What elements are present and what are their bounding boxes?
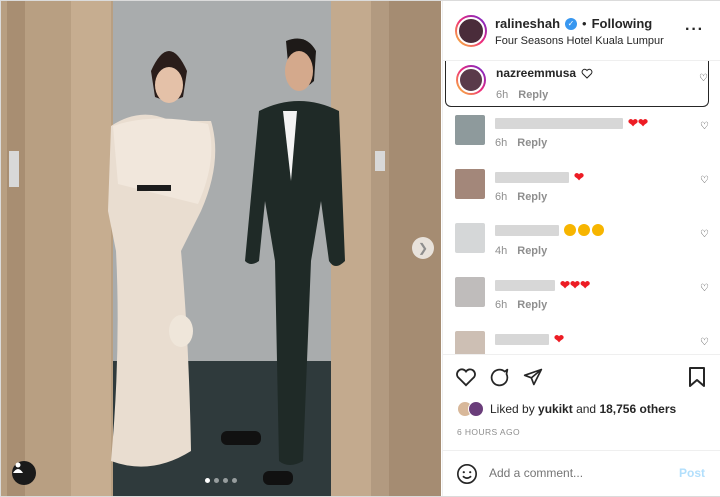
- comment-item: nazreemmusa 6h Reply ♡: [445, 61, 709, 107]
- post-sidebar: ralineshah ✓ • Following Four Seasons Ho…: [442, 1, 720, 496]
- user-icon: [13, 462, 23, 473]
- carousel-dot: [214, 478, 219, 483]
- tagged-users-button[interactable]: [12, 461, 36, 485]
- emoji-smiley-icon[interactable]: [456, 463, 478, 485]
- reply-button[interactable]: Reply: [517, 137, 547, 149]
- heart-eyes-emoji-icon: [578, 224, 590, 236]
- likes-conjunction: and: [576, 402, 597, 416]
- like-comment-heart-icon[interactable]: ♡: [700, 229, 709, 240]
- photo-illustration: [1, 1, 441, 496]
- post-comment-button[interactable]: Post: [679, 466, 705, 480]
- comment-emoji: ❤: [554, 332, 565, 346]
- comment-icon[interactable]: [489, 367, 510, 388]
- carousel-indicator: [205, 478, 237, 483]
- others-likes-link[interactable]: 18,756 others: [599, 402, 676, 416]
- blurred-comment-text: [495, 171, 569, 183]
- carousel-dot: [223, 478, 228, 483]
- more-options-icon[interactable]: ···: [685, 21, 704, 39]
- liker-avatars: [457, 401, 484, 417]
- post-timestamp: 6 HOURS AGO: [457, 427, 520, 437]
- comment-item: 4h Reply ♡: [443, 215, 720, 269]
- likes-prefix: Liked by: [490, 402, 535, 416]
- post-modal: ❯ ralineshah ✓ • Following Four Seasons …: [0, 0, 720, 497]
- blurred-comment-text: [495, 333, 549, 345]
- add-comment-input[interactable]: [489, 466, 659, 480]
- commenter-avatar[interactable]: [455, 223, 485, 253]
- comment-item: ❤❤❤ 6h Reply ♡: [443, 269, 720, 323]
- like-comment-heart-icon[interactable]: ♡: [700, 121, 709, 132]
- carousel-dot: [205, 478, 210, 483]
- following-button[interactable]: Following: [592, 16, 653, 31]
- post-photo[interactable]: ❯: [1, 1, 441, 496]
- reply-button[interactable]: Reply: [517, 191, 547, 203]
- commenter-avatar[interactable]: [455, 169, 485, 199]
- verified-badge-icon: ✓: [565, 17, 578, 30]
- face-emojis: [564, 224, 604, 236]
- heart-eyes-emoji-icon: [592, 224, 604, 236]
- commenter-avatar[interactable]: [455, 115, 485, 145]
- commenter-username[interactable]: nazreemmusa: [496, 66, 576, 80]
- like-comment-heart-icon[interactable]: ♡: [700, 283, 709, 294]
- comment-item: ❤ ♡: [443, 323, 720, 354]
- commenter-avatar[interactable]: [456, 65, 486, 95]
- comment-emoji: ❤❤❤: [560, 278, 591, 292]
- carousel-dot: [232, 478, 237, 483]
- commenter-avatar[interactable]: [455, 331, 485, 354]
- chevron-right-icon: ❯: [417, 241, 429, 255]
- first-liker-username[interactable]: yukikt: [538, 402, 573, 416]
- like-heart-icon[interactable]: [455, 367, 477, 387]
- comment-time: 6h: [495, 137, 508, 149]
- comment-time: 6h: [495, 299, 508, 311]
- like-comment-heart-icon[interactable]: ♡: [699, 73, 708, 84]
- reply-button[interactable]: Reply: [518, 89, 548, 101]
- post-header: ralineshah ✓ • Following Four Seasons Ho…: [443, 1, 720, 61]
- next-slide-button[interactable]: ❯: [412, 237, 434, 259]
- comment-emoji: ❤❤: [628, 116, 649, 130]
- comment-emoji: ❤: [574, 170, 585, 184]
- reply-button[interactable]: Reply: [517, 299, 547, 311]
- heart-outline-icon: [581, 68, 593, 79]
- liker-avatar[interactable]: [468, 401, 484, 417]
- heart-eyes-emoji-icon: [564, 224, 576, 236]
- share-icon[interactable]: [523, 367, 543, 387]
- likes-summary: Liked by yukikt and 18,756 others: [457, 401, 676, 417]
- like-comment-heart-icon[interactable]: ♡: [700, 337, 709, 348]
- comment-item: ❤ 6h Reply ♡: [443, 161, 720, 215]
- commenter-avatar[interactable]: [455, 277, 485, 307]
- separator: •: [582, 16, 587, 31]
- comments-list: nazreemmusa 6h Reply ♡ ❤❤ 6h Reply ♡ ❤ 6h R…: [443, 61, 720, 354]
- post-actions: [443, 354, 720, 398]
- like-comment-heart-icon[interactable]: ♡: [700, 175, 709, 186]
- blurred-comment-text: [495, 224, 559, 236]
- bookmark-icon[interactable]: [689, 367, 705, 387]
- author-username[interactable]: ralineshah: [495, 16, 560, 31]
- comment-time: 6h: [496, 89, 509, 101]
- add-comment-bar: Post: [443, 450, 720, 496]
- comment-time: 6h: [495, 191, 508, 203]
- blurred-comment-text: [495, 117, 623, 129]
- post-location[interactable]: Four Seasons Hotel Kuala Lumpur: [495, 35, 664, 47]
- author-avatar[interactable]: [455, 15, 487, 47]
- comment-item: ❤❤ 6h Reply ♡: [443, 107, 720, 161]
- reply-button[interactable]: Reply: [517, 245, 547, 257]
- blurred-comment-text: [495, 279, 555, 291]
- comment-time: 4h: [495, 245, 508, 257]
